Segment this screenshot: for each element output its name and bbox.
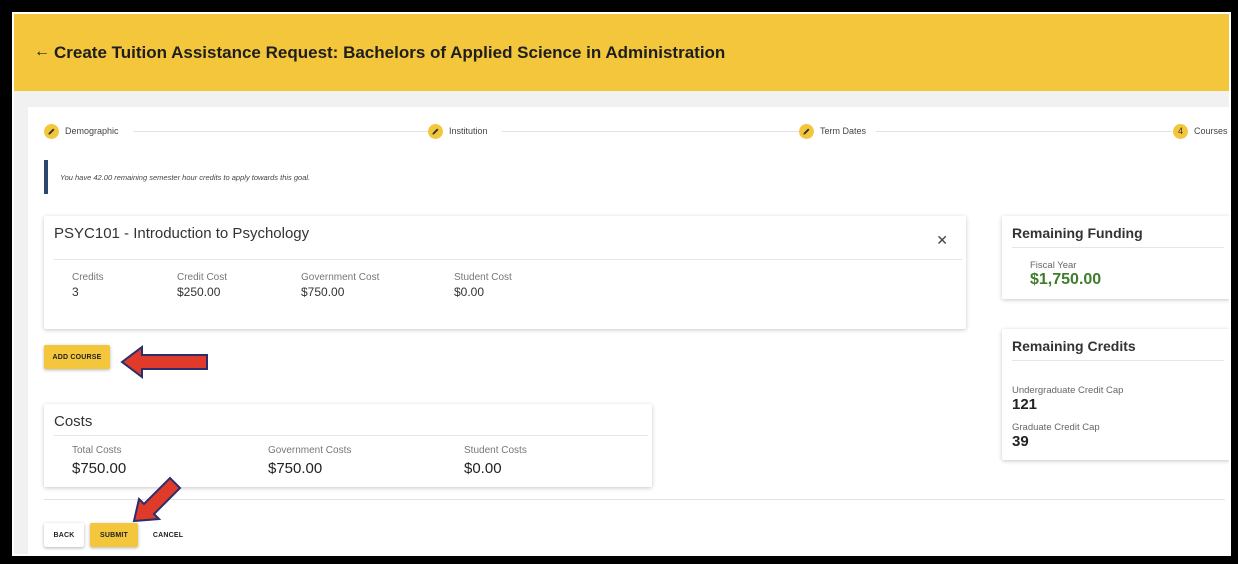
page-title: Create Tuition Assistance Request: Bache…	[54, 43, 726, 62]
cost-total: Total Costs $750.00	[72, 445, 126, 477]
undergrad-cap-value: 121	[1012, 396, 1038, 413]
course-field-credits: Credits 3	[72, 272, 104, 299]
field-label: Credits	[72, 272, 104, 283]
pencil-icon	[799, 123, 814, 139]
step-label: Courses	[1194, 126, 1228, 136]
grad-cap-value: 39	[1012, 433, 1029, 450]
remaining-credits-heading: Remaining Credits	[1012, 338, 1136, 354]
add-course-button[interactable]: ADD COURSE	[44, 345, 110, 369]
field-value: $0.00	[454, 285, 485, 299]
course-field-government-cost: Government Cost $750.00	[301, 272, 379, 299]
step-number: 4	[1173, 123, 1188, 139]
remaining-funding-card: Remaining Funding Fiscal Year $1,750.00	[1002, 216, 1229, 299]
annotation-arrow-add-course	[120, 345, 208, 379]
arrow-left-icon[interactable]: ←	[34, 42, 50, 62]
course-field-credit-cost: Credit Cost $250.00	[177, 272, 227, 299]
cost-label: Total Costs	[72, 445, 122, 456]
pencil-icon	[44, 123, 59, 139]
card-divider	[54, 259, 962, 260]
cost-label: Government Costs	[268, 445, 352, 456]
back-button[interactable]: BACK	[44, 523, 84, 547]
stepper: Demographic Institution Term Dates 4 Cou…	[28, 107, 1229, 157]
cost-label: Student Costs	[464, 445, 527, 456]
course-field-student-cost: Student Cost $0.00	[454, 272, 512, 299]
fiscal-year-value: $1,750.00	[1030, 271, 1102, 288]
alert-text: You have 42.00 remaining semester hour c…	[60, 173, 311, 182]
field-value: $250.00	[177, 285, 221, 299]
screenshot-frame: ← Create Tuition Assistance Request: Bac…	[0, 0, 1238, 564]
field-value: 3	[72, 285, 79, 299]
card-divider	[54, 435, 648, 436]
cost-government: Government Costs $750.00	[268, 445, 351, 477]
undergrad-cap-label: Undergraduate Credit Cap	[1012, 385, 1124, 396]
step-label: Institution	[449, 126, 488, 136]
page-header: ← Create Tuition Assistance Request: Bac…	[14, 14, 1229, 91]
grad-cap-label: Graduate Credit Cap	[1012, 422, 1100, 433]
cost-value: $750.00	[268, 460, 323, 477]
step-institution[interactable]: Institution	[428, 123, 488, 139]
close-icon[interactable]: ✕	[936, 232, 948, 249]
remaining-funding-heading: Remaining Funding	[1012, 225, 1143, 241]
course-title: PSYC101 - Introduction to Psychology	[54, 225, 310, 242]
step-demographic[interactable]: Demographic	[44, 123, 119, 139]
step-term-dates[interactable]: Term Dates	[799, 123, 866, 139]
step-connector	[876, 131, 1172, 132]
annotation-arrow-submit	[132, 476, 182, 523]
cost-value: $750.00	[72, 460, 127, 477]
field-label: Government Cost	[301, 272, 380, 283]
card-divider	[1012, 360, 1224, 361]
cost-student: Student Costs $0.00	[464, 445, 527, 477]
step-connector	[502, 131, 802, 132]
card-divider	[1012, 247, 1224, 248]
main-content: Demographic Institution Term Dates 4 Cou…	[28, 107, 1229, 554]
fiscal-year-label: Fiscal Year	[1030, 260, 1077, 271]
step-connector	[133, 131, 433, 132]
cost-value: $0.00	[464, 460, 502, 477]
course-card: PSYC101 - Introduction to Psychology ✕ C…	[44, 216, 966, 329]
credits-alert: You have 42.00 remaining semester hour c…	[44, 160, 648, 194]
step-courses[interactable]: 4 Courses	[1173, 123, 1228, 139]
step-label: Demographic	[65, 126, 119, 136]
costs-heading: Costs	[54, 413, 93, 430]
field-label: Student Cost	[454, 272, 512, 283]
remaining-credits-card: Remaining Credits Undergraduate Credit C…	[1002, 329, 1229, 460]
app-window: ← Create Tuition Assistance Request: Bac…	[12, 12, 1231, 556]
step-label: Term Dates	[820, 126, 867, 136]
actions-divider	[44, 499, 1225, 500]
pencil-icon	[428, 123, 443, 139]
field-label: Credit Cost	[177, 272, 228, 283]
field-value: $750.00	[301, 285, 345, 299]
